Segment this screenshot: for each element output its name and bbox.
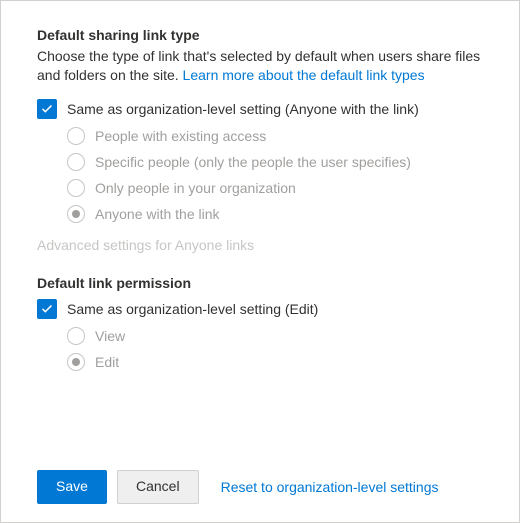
checkbox-icon [37,99,57,119]
same-as-org-link-permission-row[interactable]: Same as organization-level setting (Edit… [37,299,499,319]
footer: Save Cancel Reset to organization-level … [37,470,499,504]
same-as-org-link-type-label: Same as organization-level setting (Anyo… [67,101,419,117]
save-button[interactable]: Save [37,470,107,504]
radio-icon [67,205,85,223]
learn-more-link[interactable]: Learn more about the default link types [183,67,425,83]
radio-row-edit[interactable]: Edit [67,353,499,371]
radio-icon [67,153,85,171]
radio-icon [67,353,85,371]
section-title-link-permission: Default link permission [37,275,499,291]
cancel-button[interactable]: Cancel [117,470,199,504]
link-permission-options: View Edit [67,327,499,371]
radio-icon [67,127,85,145]
radio-label: Edit [95,354,119,370]
radio-icon [67,327,85,345]
same-as-org-link-type-row[interactable]: Same as organization-level setting (Anyo… [37,99,499,119]
radio-row-anyone-with-link[interactable]: Anyone with the link [67,205,499,223]
radio-row-specific-people[interactable]: Specific people (only the people the use… [67,153,499,171]
radio-row-people-in-org[interactable]: Only people in your organization [67,179,499,197]
radio-label: People with existing access [95,128,266,144]
same-as-org-link-permission-label: Same as organization-level setting (Edit… [67,301,318,317]
radio-icon [67,179,85,197]
radio-label: View [95,328,125,344]
radio-row-view[interactable]: View [67,327,499,345]
reset-to-org-settings-link[interactable]: Reset to organization-level settings [221,479,439,495]
advanced-settings-anyone-links: Advanced settings for Anyone links [37,237,499,253]
section-title-link-type: Default sharing link type [37,27,499,43]
link-type-description: Choose the type of link that's selected … [37,47,499,85]
radio-label: Specific people (only the people the use… [95,154,411,170]
checkbox-icon [37,299,57,319]
link-type-options: People with existing access Specific peo… [67,127,499,223]
radio-row-existing-access[interactable]: People with existing access [67,127,499,145]
radio-label: Anyone with the link [95,206,220,222]
radio-label: Only people in your organization [95,180,296,196]
